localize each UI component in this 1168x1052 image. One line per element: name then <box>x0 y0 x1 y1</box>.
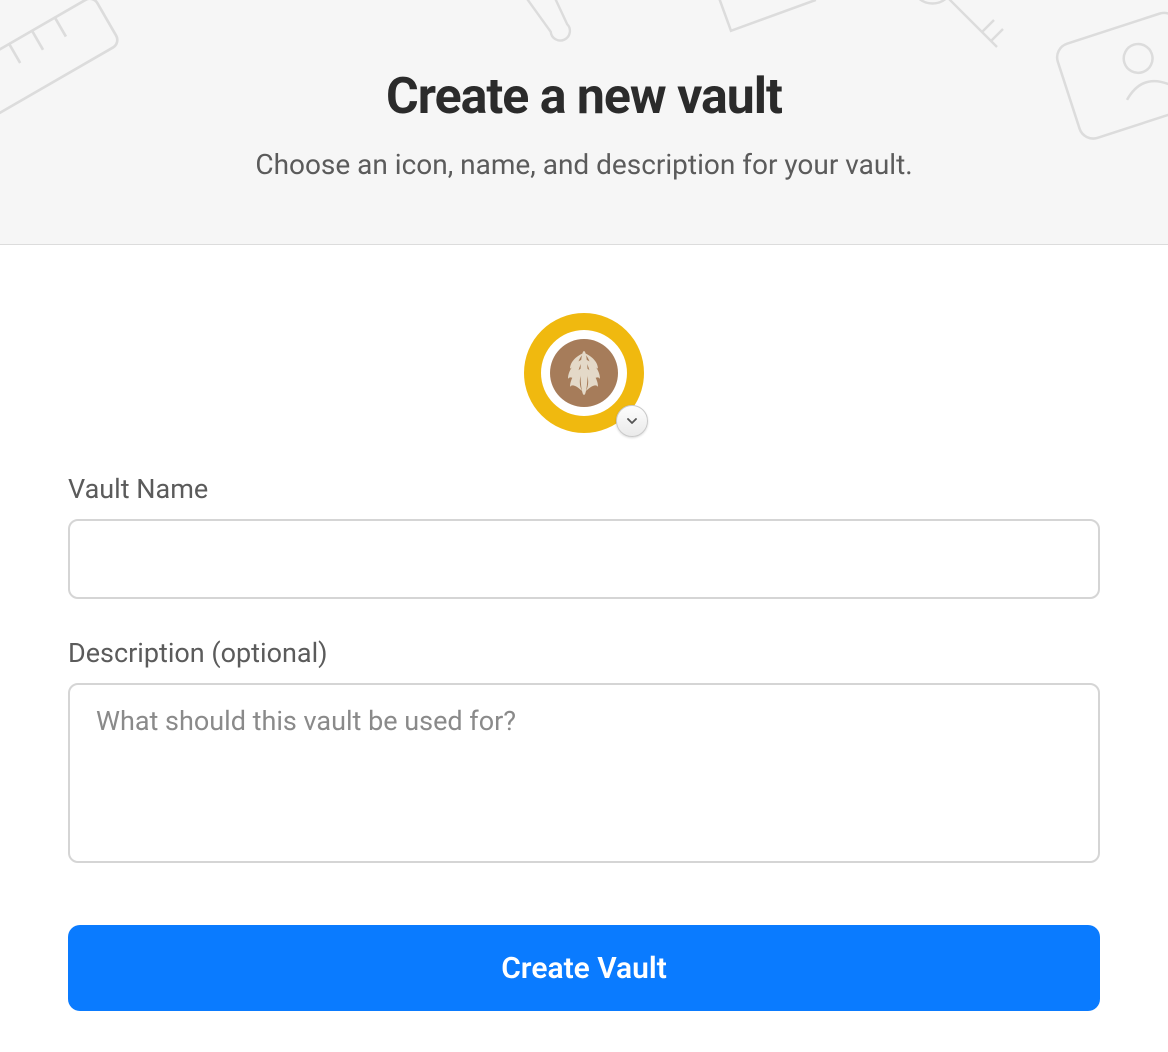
decor-ruler-icon <box>0 0 140 194</box>
vault-name-group: Vault Name <box>68 473 1100 599</box>
vault-name-label: Vault Name <box>68 473 1100 505</box>
decor-id-card-icon <box>1040 0 1168 174</box>
page-subtitle: Choose an icon, name, and description fo… <box>255 148 912 181</box>
vault-description-label: Description (optional) <box>68 637 1100 669</box>
page-header: Create a new vault Choose an icon, name,… <box>0 0 1168 245</box>
decor-wrench-icon <box>440 0 600 74</box>
create-vault-button[interactable]: Create Vault <box>68 925 1100 1011</box>
decor-tag-icon <box>660 0 840 84</box>
vault-icon-picker[interactable] <box>524 313 644 433</box>
vault-description-input[interactable] <box>68 683 1100 863</box>
chevron-down-icon <box>616 405 648 437</box>
vault-icon-ring <box>541 330 627 416</box>
decor-key-icon <box>880 0 1030 84</box>
form-container: Vault Name Description (optional) Create… <box>0 245 1168 1011</box>
coffee-latte-icon <box>550 339 618 407</box>
vault-description-group: Description (optional) <box>68 637 1100 867</box>
vault-name-input[interactable] <box>68 519 1100 599</box>
